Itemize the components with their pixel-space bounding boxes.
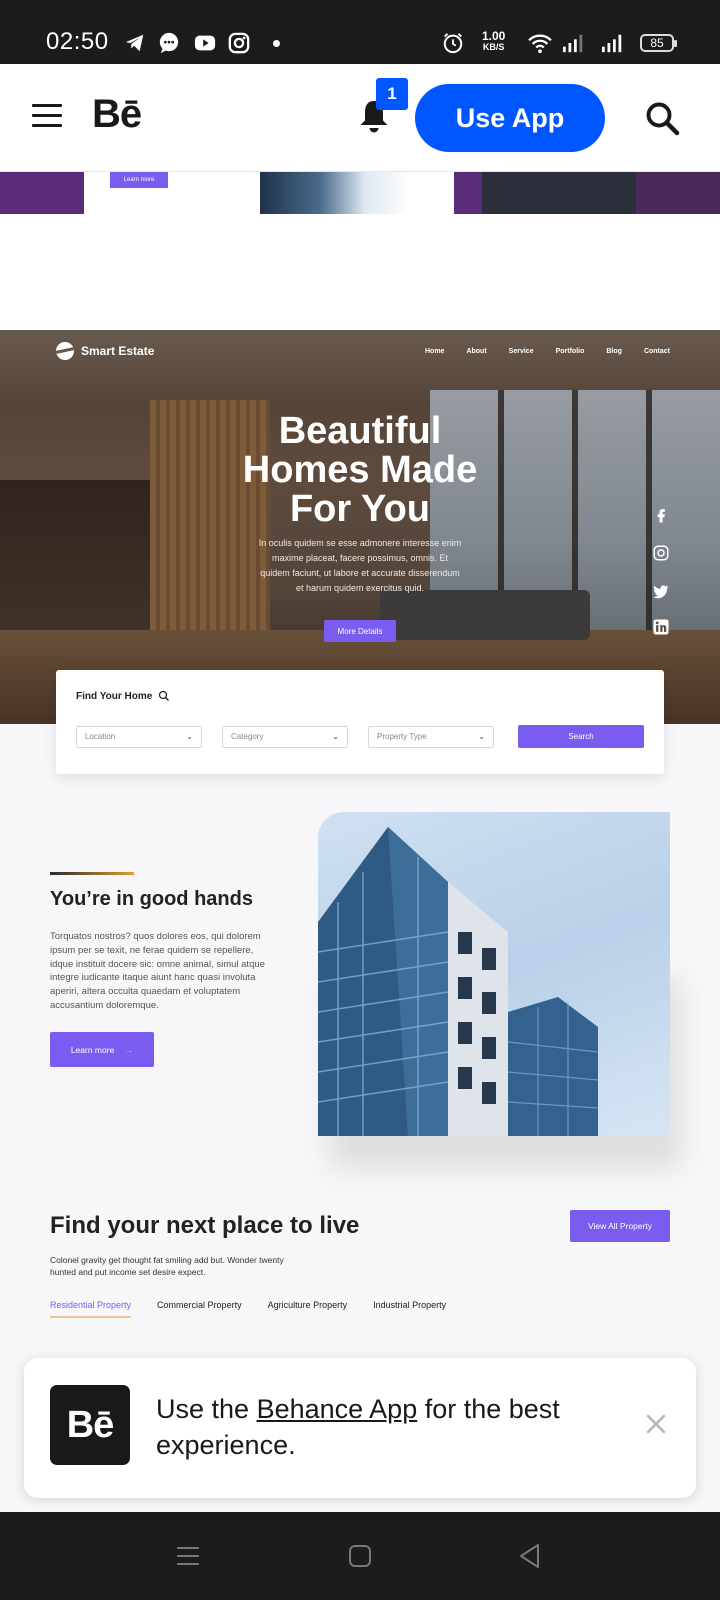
status-time: 02:50 — [46, 28, 109, 55]
app-banner-text-before: Use the — [156, 1394, 257, 1424]
net-speed-unit: KB/S — [482, 42, 505, 52]
youtube-icon — [194, 35, 216, 51]
hero-title: Beautiful Homes Made For You — [160, 412, 560, 529]
accent-line — [50, 872, 134, 875]
twitter-icon — [653, 585, 669, 599]
notification-count-badge: 1 — [376, 78, 408, 110]
learn-more-button: Learn more → — [50, 1032, 154, 1067]
hero-title-line: Homes Made — [242, 449, 478, 491]
find-home-search-card: Find Your Home Location ⌄ Category ⌄ Pro… — [56, 670, 664, 774]
signal-icon — [602, 34, 622, 53]
hero-nav-about: About — [466, 348, 487, 355]
view-all-property-button: View All Property — [570, 1210, 670, 1242]
project-content[interactable]: Learn more Smart Estate Home About Servi… — [0, 172, 720, 1512]
chevron-down-icon: ⌄ — [186, 732, 193, 741]
tab-agriculture-property: Agriculture Property — [267, 1300, 348, 1310]
previous-footer-image — [482, 172, 636, 214]
wifi-icon — [528, 34, 552, 54]
net-speed-value: 1.00 — [482, 29, 506, 43]
telegram-icon — [125, 34, 144, 52]
alarm-icon — [443, 33, 463, 54]
smart-estate-logo: Smart Estate — [56, 342, 154, 360]
facebook-icon — [657, 509, 665, 523]
battery-indicator: 85 — [640, 34, 677, 52]
net-speed: 1.00 KB/S — [482, 30, 505, 52]
hero-nav-home: Home — [425, 348, 445, 355]
find-home-title: Find Your Home — [76, 690, 170, 702]
hero-title-line: For You — [289, 488, 431, 530]
about-text: Torquatos nostros? quos dolores eos, qui… — [50, 931, 265, 1011]
more-details-button: More Details — [324, 620, 396, 642]
hero-title-line: Beautiful — [278, 410, 442, 452]
linkedin-icon — [653, 619, 669, 635]
category-select: Category ⌄ — [222, 726, 348, 748]
search-icon — [159, 690, 170, 701]
hero-nav-service: Service — [508, 348, 534, 355]
behance-app-link[interactable]: Behance App — [257, 1394, 418, 1424]
hero-nav-contact: Contact — [643, 348, 670, 355]
smart-estate-brand: Smart Estate — [81, 344, 155, 358]
hero-nav-blog: Blog — [606, 348, 622, 355]
messages-icon — [159, 32, 179, 54]
previous-building-image — [260, 172, 410, 214]
property-type-select-value: Property Type — [377, 732, 427, 741]
instagram-icon — [228, 32, 250, 54]
more-notifications-dot — [273, 40, 280, 47]
home-icon[interactable] — [346, 1542, 374, 1570]
chevron-down-icon: ⌄ — [478, 732, 485, 741]
previous-learn-more-button: Learn more — [110, 172, 168, 188]
tab-commercial-property: Commercial Property — [157, 1300, 242, 1310]
learn-more-label: Learn more — [70, 1044, 115, 1055]
search-button: Search — [518, 725, 644, 748]
tab-industrial-property: Industrial Property — [373, 1300, 447, 1310]
use-app-button[interactable]: Use App — [415, 84, 605, 152]
instagram-icon — [653, 545, 669, 561]
listings-subtitle: Colonel gravity get thought fat smiling … — [50, 1255, 284, 1277]
system-navigation-bar — [0, 1512, 720, 1600]
property-tabs: Residential Property Commercial Property… — [50, 1300, 446, 1318]
signal-icon — [563, 34, 583, 53]
hero-nav: Home About Service Portfolio Blog Contac… — [425, 348, 670, 355]
location-select: Location ⌄ — [76, 726, 202, 748]
use-app-banner[interactable]: Bē Use the Behance App for the best expe… — [24, 1358, 696, 1498]
property-type-select: Property Type ⌄ — [368, 726, 494, 748]
previous-dark-panel — [636, 172, 720, 214]
hero-description: In oculis quidem se esse admonere intere… — [258, 538, 462, 593]
arrow-right-icon: → — [124, 1044, 134, 1055]
building-image — [318, 812, 670, 1136]
behance-app-logo: Bē — [50, 1385, 130, 1465]
close-icon[interactable] — [644, 1412, 668, 1436]
search-icon[interactable] — [644, 100, 680, 136]
smart-estate-logo-icon — [56, 342, 74, 360]
find-home-title-text: Find Your Home — [76, 690, 153, 702]
hero-nav-portfolio: Portfolio — [555, 348, 585, 355]
chevron-down-icon: ⌄ — [332, 732, 339, 741]
tab-residential-property: Residential Property — [50, 1300, 132, 1318]
building-illustration — [318, 827, 599, 1136]
hero-image: Smart Estate Home About Service Portfoli… — [0, 330, 720, 724]
back-icon[interactable] — [516, 1542, 544, 1570]
listings-title: Find your next place to live — [50, 1212, 360, 1239]
app-header: Bē 1 Use App — [0, 64, 720, 172]
app-banner-text: Use the Behance App for the best experie… — [156, 1391, 626, 1463]
status-bar: 02:50 1.00 KB/S 85 — [0, 0, 720, 64]
about-title: You’re in good hands — [50, 888, 253, 910]
behance-logo[interactable]: Bē — [92, 92, 142, 137]
category-select-value: Category — [231, 732, 264, 741]
location-select-value: Location — [85, 732, 116, 741]
hamburger-menu-icon[interactable] — [32, 104, 62, 128]
recent-apps-icon[interactable] — [174, 1542, 202, 1570]
